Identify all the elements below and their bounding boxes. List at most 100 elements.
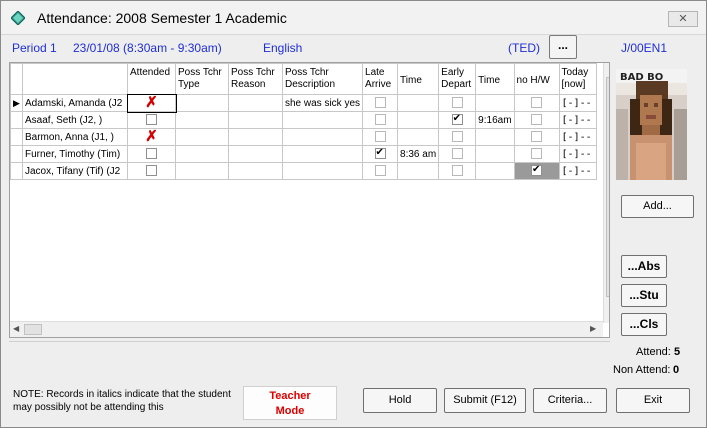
today-header[interactable]: Today [now] [558, 63, 597, 95]
late-arrive-checkbox[interactable] [374, 131, 386, 143]
hold-button[interactable]: Hold [363, 388, 437, 413]
add-button[interactable]: Add... [621, 195, 694, 218]
poss-reason-cell[interactable] [228, 128, 283, 146]
late-arrive-checkbox[interactable] [374, 97, 386, 109]
poss-desc-cell[interactable] [281, 162, 364, 180]
early-depart-checkbox[interactable] [451, 113, 463, 126]
student-name-cell[interactable]: Barmon, Anna (J1, ) [22, 128, 128, 146]
attended-checkbox[interactable] [146, 148, 157, 160]
vertical-scroll-thumb[interactable] [606, 77, 609, 297]
criteria-button[interactable]: Criteria... [533, 388, 607, 413]
row-selector[interactable] [10, 111, 23, 129]
early-depart-header[interactable]: Early Depart [438, 63, 477, 95]
late-arrive-cell[interactable] [362, 128, 399, 146]
poss-reason-header[interactable]: Poss Tchr Reason [228, 63, 283, 95]
vertical-scrollbar[interactable]: ▲ ▼ [603, 63, 609, 323]
attended-cell[interactable] [127, 111, 176, 129]
attended-cell[interactable] [127, 162, 176, 180]
early-time-header[interactable]: Time [475, 63, 515, 95]
submit-button[interactable]: Submit (F12) [444, 388, 526, 413]
table-row[interactable]: Asaaf, Seth (J2, ) 9:16am [-]-- [10, 111, 597, 129]
no-homework-checkbox[interactable] [531, 148, 543, 160]
poss-type-cell[interactable] [175, 162, 229, 180]
no-homework-checkbox[interactable] [531, 164, 543, 177]
late-arrive-checkbox[interactable] [374, 114, 386, 126]
no-homework-header[interactable]: no H/W [513, 63, 560, 95]
today-cell[interactable]: [-]-- [558, 111, 597, 129]
late-time-cell[interactable] [397, 128, 440, 146]
early-depart-cell[interactable] [438, 128, 477, 146]
early-depart-checkbox[interactable] [451, 165, 463, 177]
early-time-cell[interactable] [475, 128, 515, 146]
poss-type-cell[interactable] [175, 145, 229, 163]
late-arrive-cell[interactable] [362, 111, 399, 129]
today-cell[interactable]: [-]-- [558, 128, 597, 146]
student-name-cell[interactable]: Adamski, Amanda (J2 [22, 94, 128, 112]
early-depart-cell[interactable] [438, 111, 477, 129]
no-homework-checkbox[interactable] [531, 97, 543, 109]
student-name-cell[interactable]: Jacox, Tifany (Tif) (J2 [22, 162, 128, 180]
name-header[interactable] [22, 63, 128, 95]
early-time-cell[interactable] [475, 94, 515, 112]
close-button[interactable]: ✕ [668, 11, 698, 27]
poss-reason-cell[interactable] [228, 145, 283, 163]
early-time-cell[interactable]: 9:16am [475, 111, 515, 129]
poss-desc-cell[interactable]: she was sick yes [281, 94, 364, 112]
early-depart-cell[interactable] [438, 162, 477, 180]
table-row[interactable]: Barmon, Anna (J1, ) ✗ [-]-- [10, 128, 597, 146]
no-homework-cell[interactable] [513, 111, 560, 129]
exit-button[interactable]: Exit [616, 388, 690, 413]
poss-desc-cell[interactable] [281, 111, 364, 129]
early-depart-checkbox[interactable] [451, 97, 463, 109]
scroll-down-icon[interactable]: ▼ [608, 309, 609, 318]
scroll-right-icon[interactable]: ▶ [590, 324, 596, 333]
no-homework-checkbox[interactable] [531, 114, 543, 126]
table-row[interactable]: ▶ Adamski, Amanda (J2 ✗ she was sick yes [-]… [10, 93, 597, 113]
attended-cell[interactable] [127, 145, 176, 163]
no-homework-cell[interactable] [513, 162, 560, 180]
poss-desc-header[interactable]: Poss Tchr Description [281, 63, 364, 95]
early-depart-checkbox[interactable] [451, 148, 463, 160]
today-cell[interactable]: [-]-- [558, 94, 597, 112]
horizontal-scrollbar[interactable]: ◀ ▶ [10, 321, 603, 337]
absent-x-icon[interactable]: ✗ [145, 130, 159, 145]
no-homework-cell[interactable] [513, 128, 560, 146]
late-arrive-cell[interactable] [362, 94, 399, 112]
row-selector[interactable] [10, 128, 23, 146]
late-time-cell[interactable]: 8:36 am [397, 145, 440, 163]
late-time-cell[interactable] [397, 111, 440, 129]
late-arrive-cell[interactable] [362, 162, 399, 180]
early-time-cell[interactable] [475, 162, 515, 180]
table-row[interactable]: Furner, Timothy (Tim) 8:36 am [-]-- [10, 145, 597, 163]
no-homework-cell[interactable] [513, 94, 560, 112]
attended-cell[interactable]: ✗ [127, 128, 176, 146]
student-name-cell[interactable]: Asaaf, Seth (J2, ) [22, 111, 128, 129]
poss-type-cell[interactable] [175, 94, 229, 112]
late-arrive-header[interactable]: Late Arrive [362, 63, 399, 95]
late-arrive-checkbox[interactable] [374, 147, 386, 160]
today-cell[interactable]: [-]-- [558, 162, 597, 180]
scroll-up-icon[interactable]: ▲ [608, 65, 609, 74]
no-homework-cell[interactable] [513, 145, 560, 163]
poss-type-header[interactable]: Poss Tchr Type [175, 63, 229, 95]
early-time-cell[interactable] [475, 145, 515, 163]
attended-checkbox[interactable] [146, 114, 157, 126]
no-homework-checkbox[interactable] [531, 131, 543, 143]
poss-desc-cell[interactable] [281, 145, 364, 163]
late-arrive-checkbox[interactable] [374, 165, 386, 177]
poss-type-cell[interactable] [175, 111, 229, 129]
absent-x-icon[interactable]: ✗ [145, 96, 159, 111]
row-selector[interactable]: ▶ [10, 94, 23, 112]
early-depart-cell[interactable] [438, 145, 477, 163]
scroll-left-icon[interactable]: ◀ [13, 324, 19, 333]
student-button[interactable]: ...Stu [621, 284, 667, 307]
late-time-cell[interactable] [397, 94, 440, 112]
row-selector[interactable] [10, 145, 23, 163]
class-button[interactable]: ...Cls [621, 313, 667, 336]
late-arrive-cell[interactable] [362, 145, 399, 163]
horizontal-scroll-thumb[interactable] [24, 324, 42, 335]
teacher-select-button[interactable]: ... [549, 35, 577, 59]
table-row[interactable]: Jacox, Tifany (Tif) (J2 [-]-- [10, 162, 597, 180]
poss-reason-cell[interactable] [228, 111, 283, 129]
late-time-cell[interactable] [397, 162, 440, 180]
